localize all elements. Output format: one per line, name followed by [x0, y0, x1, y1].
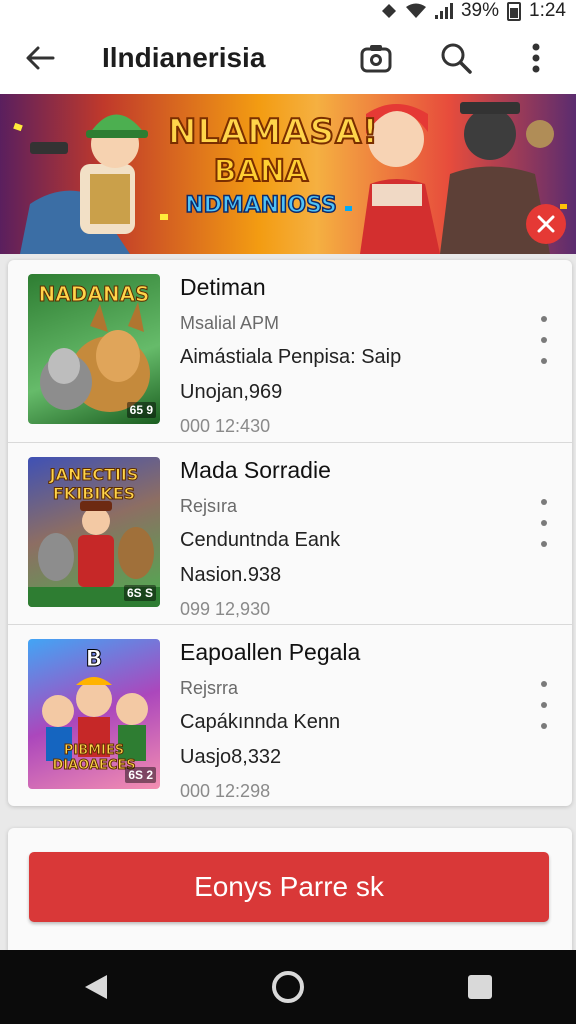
primary-action-button[interactable]: Eonys Parre sk [29, 852, 549, 922]
item-count: Uasjo8,332 [180, 746, 282, 768]
game-list: NADANAS 65 9 Detiman Msalial APM Aimásti… [8, 260, 572, 806]
back-arrow-icon[interactable] [0, 22, 80, 94]
app-bar: Ilndianerisia [0, 22, 576, 94]
clock: 1:24 [529, 0, 566, 21]
game-thumbnail: JANECTIIS FKIBIKES 6S S [28, 457, 160, 607]
list-item[interactable]: NADANAS 65 9 Detiman Msalial APM Aimásti… [8, 260, 572, 442]
close-icon [537, 215, 555, 233]
game-thumbnail: NADANAS 65 9 [28, 274, 160, 424]
action-card: Eonys Parre sk [8, 828, 572, 958]
battery-percent: 39% [460, 0, 500, 21]
more-vert-icon[interactable] [534, 316, 554, 364]
recents-square-icon[interactable] [440, 950, 520, 1024]
list-item[interactable]: B PIBMIES DIAOAECES 6S 2 Eapoallen Pegal… [8, 624, 572, 806]
search-icon[interactable] [416, 22, 496, 94]
item-subtitle: Msalial APM [180, 313, 280, 333]
item-count: Nasion.938 [180, 564, 282, 586]
item-description: Capákınnda Kenn [180, 711, 341, 733]
promo-banner[interactable]: NLAMASA! BANA NDMANIOSS [0, 94, 576, 254]
cell-signal-icon [434, 3, 453, 19]
item-info: Detiman Msalial APM Aimástiala Penpisa: … [180, 274, 401, 437]
thumbnail-title: NADANAS [38, 282, 150, 307]
back-triangle-icon[interactable] [56, 950, 136, 1024]
thumbnail-badge: 6S 2 [125, 767, 156, 783]
item-subtitle: Rejsrra [180, 678, 239, 698]
item-time: 000 12:430 [180, 416, 271, 436]
item-info: Mada Sorradie Rejsıra Cenduntnda Eank Na… [180, 457, 340, 620]
signal-diamond-icon [381, 3, 397, 19]
item-time: 099 12,930 [180, 599, 271, 619]
list-item[interactable]: JANECTIIS FKIBIKES 6S S Mada Sorradie Re… [8, 442, 572, 625]
thumbnail-badge: 6S S [123, 585, 156, 601]
banner-line-2: BANA [213, 153, 309, 190]
more-vert-icon[interactable] [496, 22, 576, 94]
page-title: Ilndianerisia [102, 42, 266, 73]
more-vert-icon[interactable] [534, 681, 554, 729]
status-bar: 39% 1:24 [0, 0, 576, 22]
battery-icon [507, 1, 522, 21]
item-description: Cenduntnda Eank [180, 529, 341, 551]
system-nav-bar [0, 950, 576, 1024]
item-count: Unojan,969 [180, 381, 283, 403]
banner-close-button[interactable] [526, 204, 566, 244]
item-title: Detiman [180, 274, 266, 300]
item-subtitle: Rejsıra [180, 496, 238, 516]
camera-icon[interactable] [336, 22, 416, 94]
item-time: 000 12:298 [180, 781, 271, 801]
thumbnail-title: B [85, 647, 103, 673]
banner-title: NLAMASA! BANA NDMANIOSS [167, 111, 379, 219]
item-description: Aimástiala Penpisa: Saip [180, 346, 402, 368]
home-circle-icon[interactable] [248, 950, 328, 1024]
item-info: Eapoallen Pegala Rejsrra Capákınnda Kenn… [180, 639, 360, 802]
thumbnail-title: JANECTIIS FKIBIKES [49, 465, 139, 504]
item-title: Eapoallen Pegala [180, 639, 361, 665]
game-thumbnail: B PIBMIES DIAOAECES 6S 2 [28, 639, 160, 789]
thumbnail-badge: 65 9 [126, 402, 156, 418]
item-title: Mada Sorradie [180, 457, 331, 483]
banner-line-3: NDMANIOSS [184, 192, 337, 219]
wifi-icon [405, 3, 427, 19]
more-vert-icon[interactable] [534, 499, 554, 547]
banner-line-1: NLAMASA! [167, 111, 379, 153]
